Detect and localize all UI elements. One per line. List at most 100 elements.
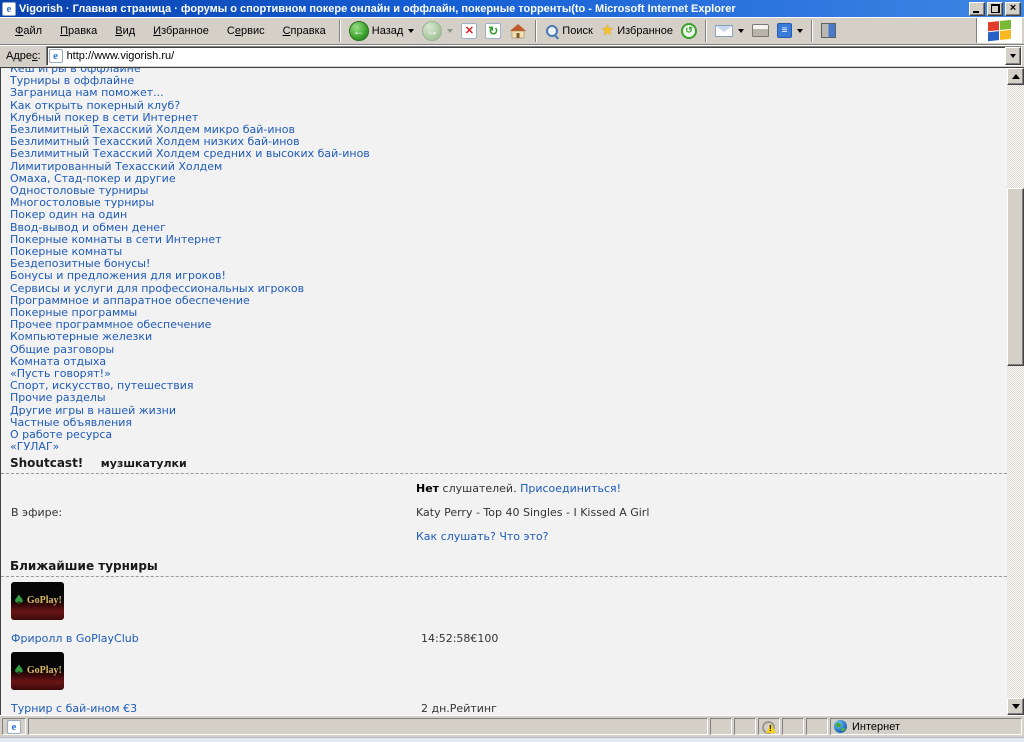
forum-link[interactable]: Прочее программное обеспечение <box>10 318 211 331</box>
edit-button[interactable]: ≡ <box>773 21 807 40</box>
forum-links-list: Кеш игры в оффлайне Турниры в оффлайне З… <box>1 68 1007 454</box>
history-button[interactable]: ↺ <box>677 21 701 41</box>
print-button[interactable] <box>748 22 773 39</box>
forum-link[interactable]: Ввод-вывод и обмен денег <box>10 221 166 234</box>
mail-icon <box>714 24 733 37</box>
favorites-button[interactable]: ★ Избранное <box>597 22 677 39</box>
window-title: Vigorish · Главная страница · форумы о с… <box>19 2 736 15</box>
menu-item[interactable]: Вид <box>106 22 144 40</box>
forum-link[interactable]: Частные объявления <box>10 416 132 429</box>
forum-link[interactable]: Одностоловые турниры <box>10 184 148 197</box>
forum-link[interactable]: Покер один на один <box>10 208 127 221</box>
forum-link[interactable]: Безлимитный Техасский Холдем средних и в… <box>10 147 370 160</box>
forum-link[interactable]: Прочие разделы <box>10 391 106 404</box>
back-dropdown-icon[interactable] <box>408 28 415 33</box>
tournaments-header: Ближайшие турниры <box>1 559 1007 577</box>
status-warning-pane[interactable] <box>758 718 780 735</box>
forum-link[interactable]: Омаха, Стад-покер и другие <box>10 172 176 185</box>
forum-link[interactable]: Комната отдыха <box>10 355 106 368</box>
forward-button[interactable]: → <box>418 19 457 43</box>
restore-button[interactable] <box>987 1 1003 16</box>
forum-link[interactable]: Клубный покер в сети Интернет <box>10 111 198 124</box>
goplay-logo[interactable]: ♠ GoPlay! <box>11 651 64 690</box>
forum-link[interactable]: Заграница нам поможет... <box>10 86 164 99</box>
tournament-item: ♠ GoPlay! Фриролл в GoPlayClub 14:52:58€… <box>1 581 1007 647</box>
vertical-scrollbar[interactable] <box>1007 68 1024 715</box>
scroll-up-button[interactable] <box>1007 68 1024 85</box>
join-link[interactable]: Присоединиться! <box>520 482 621 495</box>
forum-link[interactable]: Бонусы и предложения для игроков! <box>10 269 226 282</box>
forum-link[interactable]: Лимитированный Техасский Холдем <box>10 160 222 173</box>
forum-link[interactable]: Программное и аппаратное обеспечение <box>10 294 250 307</box>
menu-item[interactable]: Правка <box>51 22 106 40</box>
how-to-listen-link[interactable]: Как слушать? <box>416 530 496 543</box>
forum-link[interactable]: «Пусть говорят!» <box>10 367 111 380</box>
edit-dropdown-icon[interactable] <box>796 28 803 33</box>
warning-icon <box>762 720 776 734</box>
mail-dropdown-icon[interactable] <box>737 28 744 33</box>
forum-link[interactable]: Безлимитный Техасский Холдем микро бай-и… <box>10 123 295 136</box>
forum-link[interactable]: Как открыть покерный клуб? <box>10 99 180 112</box>
list-item: Покерные комнаты в сети Интернет <box>10 233 1007 246</box>
menu-item[interactable]: Избранное <box>144 22 218 40</box>
brand-box <box>976 18 1022 43</box>
status-bar: e Интернет <box>0 715 1024 737</box>
list-item: Покерные комнаты <box>10 245 1007 258</box>
what-is-this-link[interactable]: Что это? <box>499 530 548 543</box>
tournament-link[interactable]: Турнир с бай-ином €3 <box>11 702 137 715</box>
tournament-link[interactable]: Фриролл в GoPlayClub <box>11 632 139 645</box>
restore-icon <box>990 4 1000 13</box>
forward-dropdown-icon[interactable] <box>447 28 454 33</box>
ie-page-icon: e <box>48 49 63 63</box>
address-input[interactable]: e http://www.vigorish.ru/ <box>45 46 1022 66</box>
tournaments-title: Ближайшие турниры <box>10 558 158 573</box>
forum-link[interactable]: О работе ресурса <box>10 428 112 441</box>
scroll-down-button[interactable] <box>1007 698 1024 715</box>
address-dropdown-button[interactable] <box>1005 47 1021 65</box>
forum-link[interactable]: Общие разговоры <box>10 343 114 356</box>
stop-button[interactable]: ✕ <box>457 21 481 41</box>
forum-link[interactable]: Безлимитный Техасский Холдем низких бай-… <box>10 135 300 148</box>
status-text-pane <box>28 718 708 735</box>
chevron-down-icon <box>1011 704 1020 709</box>
toolbar-separator <box>810 19 813 42</box>
status-pane <box>734 718 756 735</box>
mail-button[interactable] <box>711 23 748 39</box>
forum-link[interactable]: Бездепозитные бонусы! <box>10 257 150 270</box>
home-button[interactable] <box>505 21 531 41</box>
forum-link[interactable]: Турниры в оффлайне <box>10 74 134 87</box>
status-pane <box>806 718 828 735</box>
page-content: Кеш игры в оффлайне Турниры в оффлайне З… <box>0 67 1024 715</box>
forum-link[interactable]: Покерные комнаты в сети Интернет <box>10 233 222 246</box>
goplay-logo-text: GoPlay! <box>26 665 62 676</box>
forum-link[interactable]: Компьютерные железки <box>10 330 152 343</box>
security-zone-pane: Интернет <box>830 718 1022 735</box>
toolbar-separator <box>338 19 341 42</box>
close-button[interactable]: × <box>1005 1 1021 16</box>
forum-link[interactable]: Многостоловые турниры <box>10 196 154 209</box>
forum-link[interactable]: Сервисы и услуги для профессиональных иг… <box>10 282 304 295</box>
tournament-info: 14:52:58€100 <box>421 631 499 645</box>
spade-icon: ♠ <box>13 593 25 608</box>
search-icon <box>545 24 559 38</box>
refresh-button[interactable]: ↻ <box>481 21 505 41</box>
minimize-button[interactable] <box>969 1 985 16</box>
messenger-button[interactable] <box>817 21 840 40</box>
forum-link[interactable]: Спорт, искусство, путешествия <box>10 379 193 392</box>
list-item: Одностоловые турниры <box>10 184 1007 197</box>
edit-icon: ≡ <box>776 23 792 38</box>
forum-link[interactable]: Покерные комнаты <box>10 245 122 258</box>
scrollbar-thumb[interactable] <box>1007 188 1024 366</box>
search-button[interactable]: Поиск <box>541 22 596 40</box>
globe-icon <box>834 720 847 733</box>
minimize-icon <box>973 5 981 13</box>
forward-icon: → <box>422 20 443 41</box>
back-button[interactable]: ← Назад <box>345 19 419 43</box>
goplay-logo[interactable]: ♠ GoPlay! <box>11 581 64 620</box>
forum-link[interactable]: Другие игры в нашей жизни <box>10 404 176 417</box>
menu-item[interactable]: Сервис <box>218 22 274 40</box>
menu-item[interactable]: Файл <box>6 22 51 40</box>
forum-link[interactable]: Покерные программы <box>10 306 137 319</box>
menu-item[interactable]: Справка <box>274 22 335 40</box>
forum-link[interactable]: «ГУЛАГ» <box>10 440 59 453</box>
